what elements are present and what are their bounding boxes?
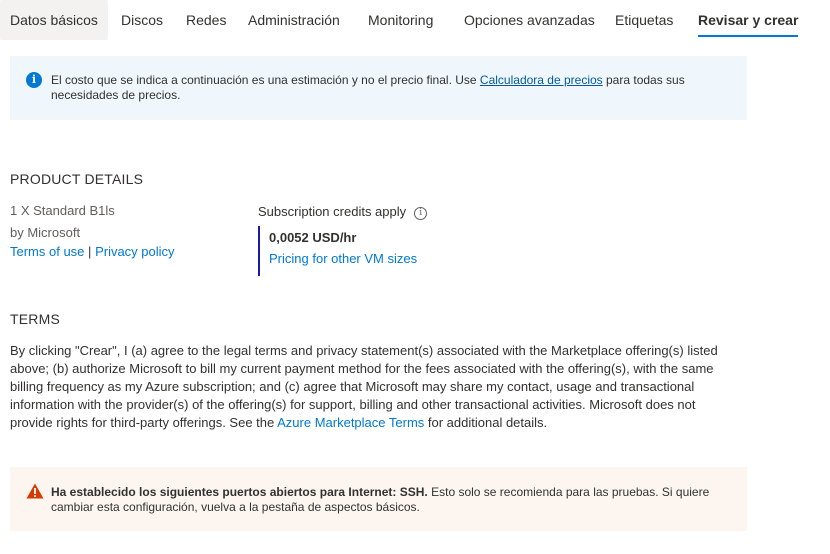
tab-administracion[interactable]: Administración	[248, 0, 340, 40]
info-circle-icon[interactable]: i	[414, 207, 428, 220]
product-details-heading: PRODUCT DETAILS	[10, 171, 144, 187]
link-separator: |	[88, 244, 92, 259]
product-name: 1 X Standard B1ls	[10, 203, 115, 218]
tab-datos-basicos[interactable]: Datos básicos	[0, 0, 108, 40]
warning-bold-text: Ha establecido los siguientes puertos ab…	[51, 485, 428, 499]
tab-redes[interactable]: Redes	[186, 0, 226, 40]
tab-monitoring[interactable]: Monitoring	[368, 0, 433, 40]
tab-etiquetas[interactable]: Etiquetas	[615, 0, 673, 40]
product-links: Terms of use | Privacy policy	[10, 244, 175, 259]
terms-of-use-link[interactable]: Terms of use	[10, 244, 84, 259]
subscription-credits: Subscription credits apply i	[258, 204, 428, 220]
ports-warning-banner: Ha establecido los siguientes puertos ab…	[10, 467, 747, 531]
terms-text-after: for additional details.	[424, 415, 548, 430]
tab-discos[interactable]: Discos	[121, 0, 163, 40]
product-publisher: by Microsoft	[10, 225, 81, 240]
pricing-info-banner: i El costo que se indica a continuación …	[10, 56, 747, 120]
info-text-before: El costo que se indica a continuación es…	[51, 73, 480, 87]
terms-body: By clicking "Crear", I (a) agree to the …	[10, 342, 740, 432]
info-icon: i	[26, 72, 42, 88]
price-block: 0,0052 USD/hr Pricing for other VM sizes	[258, 226, 458, 276]
price-value: 0,0052 USD/hr	[269, 230, 357, 245]
wizard-tabs: Datos básicos Discos Redes Administració…	[0, 0, 830, 40]
tab-revisar-y-crear[interactable]: Revisar y crear	[698, 0, 799, 40]
info-message: El costo que se indica a continuación es…	[51, 73, 731, 103]
pricing-other-sizes-link[interactable]: Pricing for other VM sizes	[269, 251, 417, 266]
warning-icon	[26, 483, 44, 499]
pricing-calculator-link[interactable]: Calculadora de precios	[480, 73, 603, 87]
azure-marketplace-terms-link[interactable]: Azure Marketplace Terms	[277, 415, 424, 430]
privacy-policy-link[interactable]: Privacy policy	[95, 244, 174, 259]
warning-message: Ha establecido los siguientes puertos ab…	[51, 485, 731, 515]
tab-opciones-avanzadas[interactable]: Opciones avanzadas	[464, 0, 595, 40]
credits-label: Subscription credits apply	[258, 204, 407, 219]
terms-heading: TERMS	[10, 311, 60, 327]
